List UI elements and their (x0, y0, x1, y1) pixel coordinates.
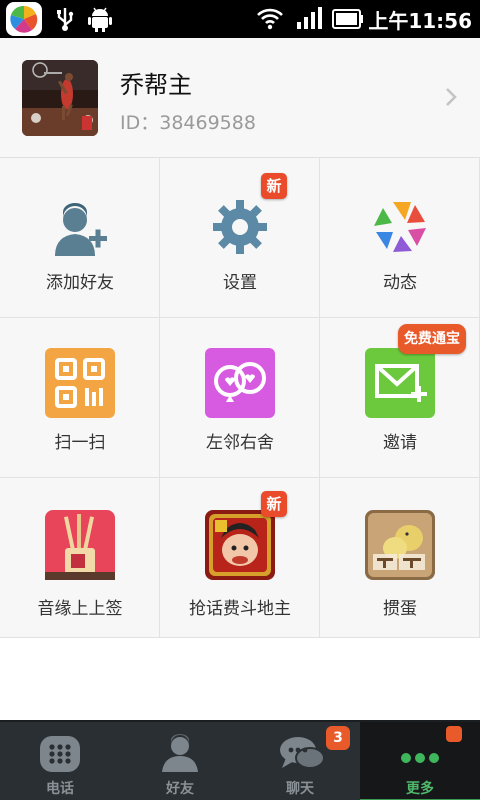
usb-icon (57, 8, 74, 31)
landlord-game-icon (205, 510, 275, 580)
grid-item-label: 设置 (223, 273, 257, 293)
fortune-sticks-icon (45, 510, 115, 580)
avatar[interactable] (22, 60, 98, 136)
tab-more[interactable]: 更多 (360, 722, 480, 800)
grid-item-invite[interactable]: 免费通宝 邀请 (320, 318, 480, 478)
tab-phone[interactable]: 电话 (0, 722, 120, 800)
grid-item-neighbors[interactable]: 左邻右舍 (160, 318, 320, 478)
grid-item-label: 扫一扫 (54, 433, 106, 453)
grid-item-label: 添加好友 (46, 273, 114, 293)
clock: 上午11:56 (368, 9, 472, 33)
grid-item-settings[interactable]: 新 设置 (160, 158, 320, 318)
grid-item-scan[interactable]: 扫一扫 (0, 318, 160, 478)
grid-item-label: 动态 (383, 273, 417, 293)
app-store-icon (6, 2, 42, 36)
profile-card[interactable]: 乔帮主 ID：38469588 (0, 38, 480, 158)
gear-icon (213, 200, 267, 254)
android-debug-icon (88, 7, 112, 32)
tab-label: 好友 (166, 781, 194, 797)
grid-item-landlord[interactable]: 新 抢话费斗地主 (160, 478, 320, 638)
chat-icon (280, 737, 325, 769)
chevron-right-icon (446, 88, 457, 106)
profile-nickname: 乔帮主 (120, 71, 192, 99)
feature-grid: 添加好友 新 设置 动态 扫一扫 左邻右舍 免费通宝 邀请 音缘上上签 新 抢话… (0, 158, 480, 638)
status-bar: 上午11:56 (0, 0, 480, 38)
grid-item-moments[interactable]: 动态 (320, 158, 480, 318)
qr-scan-icon (45, 348, 115, 418)
tab-label: 电话 (46, 781, 74, 797)
tab-label: 聊天 (286, 781, 314, 797)
wifi-icon (257, 8, 283, 30)
guandan-game-icon (365, 510, 435, 580)
bottom-tab-bar: 电话 好友 聊天 更多 (0, 720, 480, 800)
grid-item-label: 邀请 (383, 433, 417, 453)
dialpad-icon (40, 736, 80, 772)
grid-item-label: 掼蛋 (383, 599, 417, 619)
more-notification-dot (446, 726, 462, 742)
add-friend-icon (55, 203, 107, 256)
moments-icon (374, 202, 426, 252)
invite-mail-icon (365, 348, 435, 418)
grid-item-label: 抢话费斗地主 (189, 599, 291, 619)
signal-strength-icon (297, 7, 322, 29)
new-badge: 新 (261, 173, 287, 199)
neighbors-icon (205, 348, 275, 418)
tab-label: 更多 (406, 781, 434, 797)
grid-item-add-friend[interactable]: 添加好友 (0, 158, 160, 318)
more-dots-icon (401, 753, 439, 763)
grid-item-fortune[interactable]: 音缘上上签 (0, 478, 160, 638)
grid-item-label: 左邻右舍 (206, 433, 274, 453)
new-badge: 新 (261, 491, 287, 517)
profile-id: ID：38469588 (120, 112, 256, 134)
chat-unread-badge: 3 (326, 726, 350, 750)
battery-icon (332, 9, 363, 29)
tab-friends[interactable]: 好友 (120, 722, 240, 800)
grid-item-label: 音缘上上签 (37, 599, 123, 619)
contacts-icon (162, 734, 198, 772)
grid-item-guandan[interactable]: 掼蛋 (320, 478, 480, 638)
free-coin-badge: 免费通宝 (398, 324, 466, 354)
